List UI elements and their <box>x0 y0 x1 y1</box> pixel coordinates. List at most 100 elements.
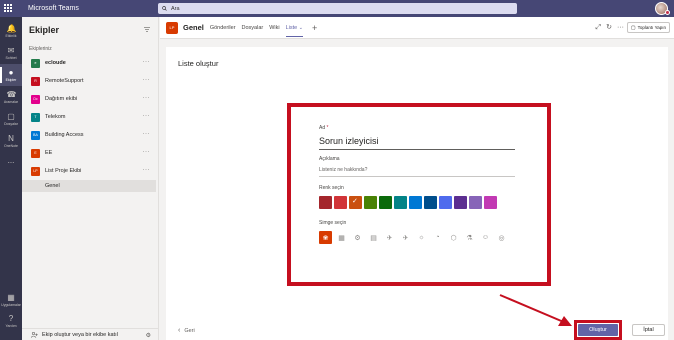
channel-item-genel[interactable]: Genel <box>22 180 156 192</box>
expand-icon[interactable]: ⤢ <box>596 23 602 32</box>
create-list-form: Ad * Sorun izleyicisi Açıklama Listeniz … <box>287 103 551 286</box>
more-options-icon[interactable]: ··· <box>143 77 151 83</box>
channel-header: LP Genel Gönderiler Dosyalar Wiki Liste … <box>160 17 674 39</box>
rail-label: Etkinlik <box>5 33 17 38</box>
required-marker: * <box>326 125 329 131</box>
presence-badge <box>665 10 670 15</box>
lightbulb-icon[interactable]: ☼ <box>415 231 428 244</box>
piggybank-icon[interactable]: ◎ <box>495 231 508 244</box>
color-swatch[interactable] <box>469 196 482 209</box>
more-options-icon[interactable]: ··· <box>143 149 151 155</box>
chevron-down-icon: ⌄ <box>298 24 303 31</box>
team-name: RemoteSupport <box>45 78 84 84</box>
color-swatch[interactable] <box>424 196 437 209</box>
team-item-remotesupport[interactable]: R RemoteSupport ··· <box>22 72 158 90</box>
tab-list[interactable]: Liste ⌄ <box>285 17 304 39</box>
flask-icon[interactable]: ⚗ <box>463 231 476 244</box>
cancel-button[interactable]: İptal <box>632 324 665 336</box>
color-swatch[interactable] <box>364 196 377 209</box>
teams-header: Ekipler <box>22 17 158 43</box>
people-icon[interactable]: ☺ <box>479 231 492 244</box>
tab-posts[interactable]: Gönderiler <box>210 17 236 39</box>
team-item-dagitim[interactable]: Dc Dağıtım ekibi ··· <box>22 90 158 108</box>
teams-icon: ● <box>8 67 14 77</box>
create-button[interactable]: Oluştur <box>578 324 618 336</box>
color-swatch[interactable]: ✓ <box>349 196 362 209</box>
back-button[interactable]: ‹ Geri <box>178 327 195 334</box>
team-item-list-proje[interactable]: LP List Proje Ekibi ··· <box>22 162 158 180</box>
meet-now-label: Toplantı Yapın <box>637 25 666 30</box>
rail-item-files[interactable]: ▢ Dosyalar <box>0 108 22 130</box>
gear-icon[interactable]: ⚙ <box>351 231 364 244</box>
rail-item-teams[interactable]: ● Ekipler <box>0 64 22 86</box>
rail-item-help[interactable]: ? Yardım <box>0 310 22 332</box>
description-field[interactable]: Listeniz ne hakkında? <box>319 167 515 177</box>
rail-item-onenote[interactable]: N OneNote <box>0 130 22 152</box>
color-swatch[interactable] <box>319 196 332 209</box>
app-launcher-icon[interactable] <box>4 4 12 12</box>
team-item-ecloude[interactable]: e ecloude ··· <box>22 54 158 72</box>
description-label: Açıklama <box>319 156 340 162</box>
more-options-icon[interactable]: ··· <box>143 59 151 65</box>
gear-icon[interactable]: ⚙ <box>146 332 151 339</box>
team-logo: BA <box>31 130 40 140</box>
calendar-icon[interactable]: ▦ <box>335 231 348 244</box>
team-name: ecloude <box>45 60 66 66</box>
color-swatch[interactable] <box>484 196 497 209</box>
refresh-icon[interactable]: ↻ <box>606 23 612 32</box>
team-logo: R <box>31 76 40 86</box>
color-swatch[interactable] <box>439 196 452 209</box>
color-swatch[interactable] <box>454 196 467 209</box>
tab-wiki[interactable]: Wiki <box>269 17 279 39</box>
name-label: Ad * <box>319 125 328 131</box>
clipboard-icon[interactable]: ▤ <box>367 231 380 244</box>
team-logo: LP <box>166 21 178 34</box>
channel-title: Genel <box>183 23 204 32</box>
filter-icon[interactable] <box>144 27 150 32</box>
teams-panel: Ekipler Ekipleriniz e ecloude ··· R Remo… <box>22 17 159 340</box>
add-tab-icon[interactable]: + <box>312 23 317 33</box>
rocket-icon[interactable]: ✈ <box>383 231 396 244</box>
rail-label: OneNote <box>3 143 18 148</box>
more-options-icon[interactable]: ··· <box>617 23 624 32</box>
team-item-building-access[interactable]: BA Building Access ··· <box>22 126 158 144</box>
palette-icon[interactable]: ◔ <box>431 231 444 244</box>
color-swatch[interactable] <box>409 196 422 209</box>
search-input[interactable]: Ara <box>158 3 517 14</box>
team-name: Telekom <box>45 114 66 120</box>
more-options-icon[interactable]: ··· <box>143 131 151 137</box>
channel-name: Genel <box>45 183 60 189</box>
rail-item-calls[interactable]: ☎ Aramalar <box>0 86 22 108</box>
rail-label: Aramalar <box>3 99 19 104</box>
apps-icon: ▦ <box>7 292 15 302</box>
team-item-telekom[interactable]: T Telekom ··· <box>22 108 158 126</box>
more-options-icon[interactable]: ··· <box>143 167 151 173</box>
rail-item-activity[interactable]: 🔔 Etkinlik <box>0 20 22 42</box>
bug-icon[interactable]: ❀ <box>319 231 332 244</box>
rail-item-chat[interactable]: ✉ Sohbet <box>0 42 22 64</box>
app-title: Microsoft Teams <box>28 5 79 12</box>
bell-icon: 🔔 <box>6 23 17 33</box>
title-bar: Microsoft Teams Ara <box>0 0 674 17</box>
rail-item-apps[interactable]: ▦ Uygulamalar <box>0 289 22 311</box>
more-options-icon[interactable]: ··· <box>143 113 151 119</box>
name-field[interactable]: Sorun izleyicisi <box>319 136 515 150</box>
more-options-icon[interactable]: ··· <box>143 95 151 101</box>
rail-item-more[interactable]: ... <box>0 150 22 172</box>
icon-label: Simge seçin <box>319 220 347 226</box>
join-team-button[interactable]: Ekip oluştur veya bir ekibe katıl ⚙ <box>22 328 159 340</box>
meet-now-button[interactable]: ▢ Toplantı Yapın <box>626 22 670 33</box>
cube-icon[interactable]: ⬡ <box>447 231 460 244</box>
color-swatch[interactable] <box>379 196 392 209</box>
color-swatch[interactable] <box>334 196 347 209</box>
color-swatch[interactable] <box>394 196 407 209</box>
team-logo: E <box>31 148 40 158</box>
airplane-icon[interactable]: ✈ <box>399 231 412 244</box>
back-label: Geri <box>184 327 195 334</box>
section-label: Ekipleriniz <box>29 46 52 52</box>
join-team-label: Ekip oluştur veya bir ekibe katıl <box>42 331 118 338</box>
tab-files[interactable]: Dosyalar <box>242 17 264 39</box>
team-item-ee[interactable]: E EE ··· <box>22 144 158 162</box>
rail-label: Uygulamalar <box>1 302 21 307</box>
team-name: Building Access <box>45 132 84 138</box>
